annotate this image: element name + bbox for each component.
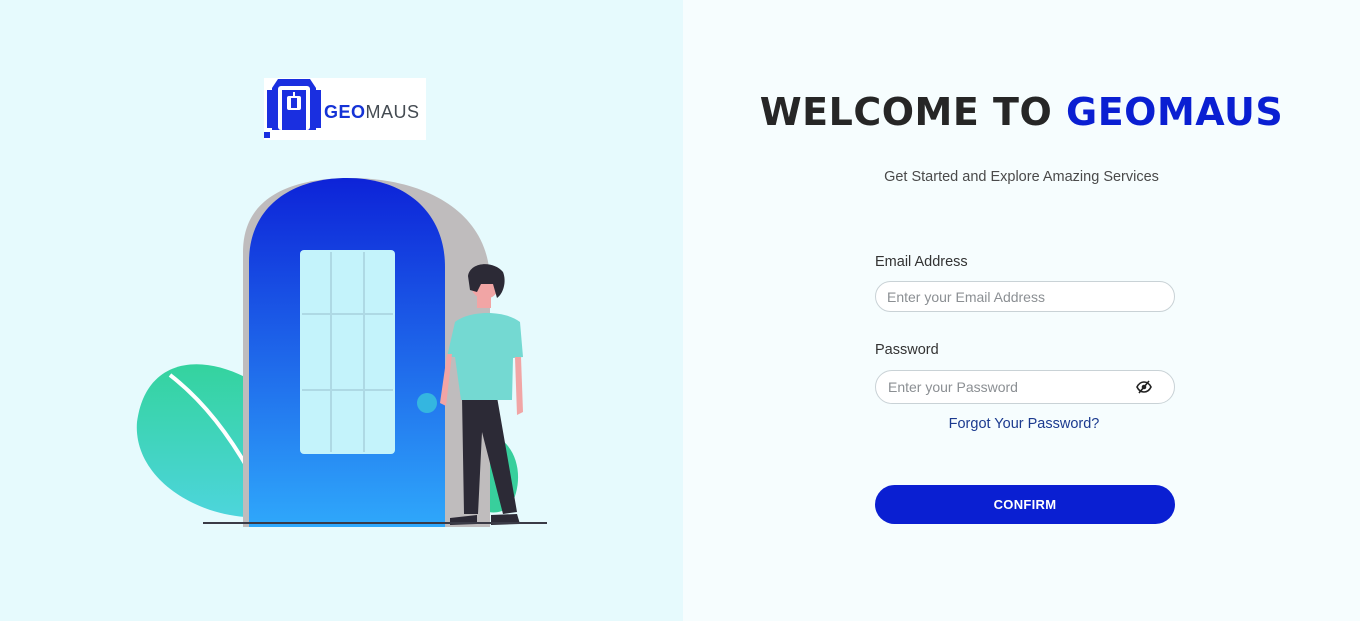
email-field-container bbox=[875, 281, 1175, 312]
password-label: Password bbox=[875, 342, 939, 358]
email-field[interactable] bbox=[887, 282, 1127, 311]
logo-text-maus: MAUS bbox=[365, 102, 420, 122]
eye-slash-icon[interactable] bbox=[1136, 379, 1152, 395]
welcome-heading: WELCOME TO GEOMAUS bbox=[683, 90, 1360, 134]
forgot-password-link[interactable]: Forgot Your Password? bbox=[875, 416, 1173, 432]
person-at-door-illustration bbox=[136, 178, 547, 527]
password-field-container bbox=[875, 370, 1175, 404]
email-label: Email Address bbox=[875, 254, 968, 270]
left-panel: GEOMAUS bbox=[0, 0, 683, 621]
logo-mark-icon bbox=[264, 78, 322, 140]
confirm-button[interactable]: CONFIRM bbox=[875, 485, 1175, 524]
password-field[interactable] bbox=[888, 371, 1128, 403]
logo: GEOMAUS bbox=[264, 78, 426, 140]
welcome-prefix: WELCOME TO bbox=[759, 90, 1066, 134]
logo-wordmark: GEOMAUS bbox=[324, 102, 420, 123]
logo-text-geo: GEO bbox=[324, 102, 366, 122]
welcome-subtitle: Get Started and Explore Amazing Services bbox=[884, 169, 1159, 185]
welcome-brand: GEOMAUS bbox=[1066, 90, 1284, 134]
